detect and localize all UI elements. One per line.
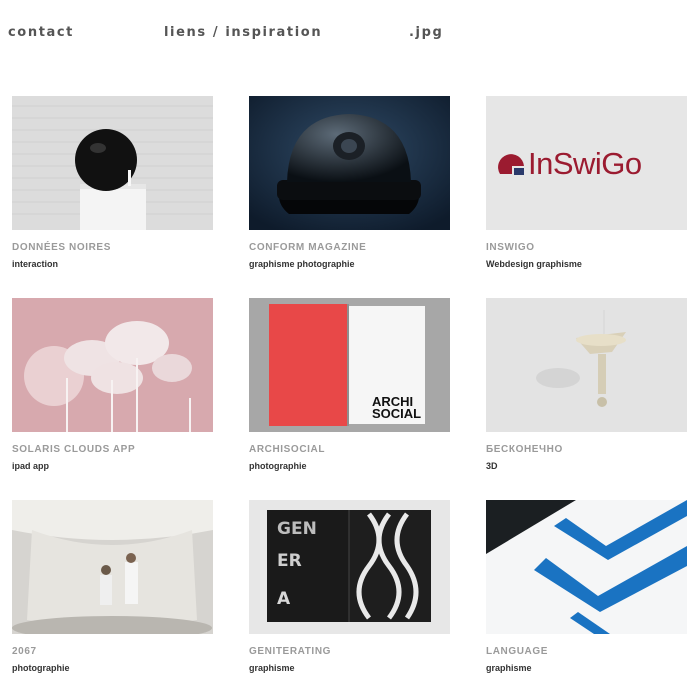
project-card-archisocial[interactable]: ARCHI SOCIAL ARCHISOCIAL photographie [249, 298, 450, 472]
project-tags: ipad app [12, 461, 50, 471]
svg-text:ER: ER [277, 551, 302, 571]
inswigo-logo-text: InSwiGo [528, 146, 642, 181]
project-tags: 3D [486, 461, 498, 471]
svg-text:A: A [277, 589, 291, 609]
project-thumbnail-2067[interactable] [12, 500, 213, 634]
nav-jpg-link[interactable]: .jpg [409, 25, 443, 40]
project-title: CONFORM MAGAZINE [249, 242, 367, 253]
project-card-geniterating[interactable]: GEN ER A GENITERATING graphisme [249, 500, 450, 674]
project-thumbnail-geniterating[interactable]: GEN ER A [249, 500, 450, 634]
project-card-beskonechno[interactable]: БЕСКОНЕЧНО 3D [486, 298, 687, 472]
svg-text:GEN: GEN [277, 519, 317, 539]
project-title: INSWIGO [486, 242, 535, 253]
project-title: ARCHISOCIAL [249, 444, 326, 455]
project-card-donnees-noires[interactable]: DONNÉES NOIRES interaction [12, 96, 213, 270]
project-tags: graphisme photographie [249, 259, 355, 269]
project-tags: photographie [12, 663, 70, 673]
project-tags: graphisme [486, 663, 532, 673]
project-thumbnail-solaris-clouds[interactable] [12, 298, 213, 432]
project-title: БЕСКОНЕЧНО [486, 444, 563, 455]
project-title: SOLARIS CLOUDS APP [12, 444, 136, 455]
project-title: GENITERATING [249, 646, 332, 657]
project-card-solaris-clouds[interactable]: SOLARIS CLOUDS APP ipad app [12, 298, 213, 472]
project-card-inswigo[interactable]: InSwiGo INSWIGO Webdesign graphisme [486, 96, 687, 270]
project-thumbnail-beskonechno[interactable] [486, 298, 687, 432]
project-title: 2067 [12, 646, 37, 657]
project-thumbnail-inswigo[interactable]: InSwiGo [486, 96, 687, 230]
project-tags: photographie [249, 461, 307, 471]
nav-contact-link[interactable]: contact [8, 25, 74, 40]
project-thumbnail-donnees-noires[interactable] [12, 96, 213, 230]
project-tags: graphisme [249, 663, 295, 673]
project-card-2067[interactable]: 2067 photographie [12, 500, 213, 674]
project-thumbnail-conform-magazine[interactable] [249, 96, 450, 230]
nav-links-inspiration-link[interactable]: liens / inspiration [164, 25, 322, 40]
project-title: DONNÉES NOIRES [12, 242, 111, 253]
project-tags: interaction [12, 259, 59, 269]
project-thumbnail-language[interactable] [486, 500, 687, 634]
project-card-language[interactable]: LANGUAGE graphisme [486, 500, 687, 674]
project-title: LANGUAGE [486, 646, 549, 657]
project-tags: Webdesign graphisme [486, 259, 582, 269]
project-thumbnail-archisocial[interactable]: ARCHI SOCIAL [249, 298, 450, 432]
svg-text:SOCIAL: SOCIAL [372, 406, 421, 421]
project-card-conform-magazine[interactable]: CONFORM MAGAZINE graphisme photographie [249, 96, 450, 270]
